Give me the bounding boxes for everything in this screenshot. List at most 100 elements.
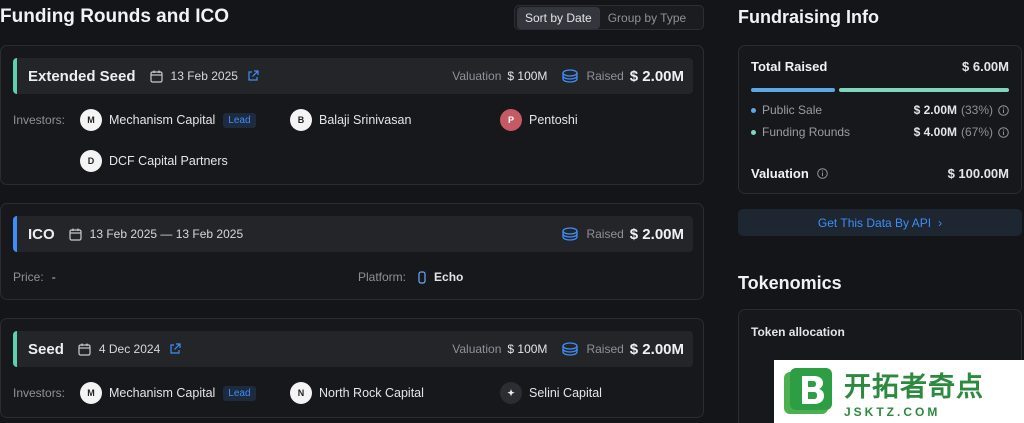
valuation-label: Valuation — [751, 166, 809, 181]
funding-rounds-segment — [838, 88, 1009, 92]
investor-logo-icon: ✦ — [500, 382, 522, 404]
platform-icon — [418, 270, 426, 284]
investor-logo-icon: M — [80, 109, 102, 131]
lead-badge: Lead — [223, 112, 256, 128]
fundraising-panel: Total Raised $ 6.00M Public Sale $ 2.00M… — [738, 45, 1022, 194]
raised-label: Raised — [586, 227, 624, 241]
funding-rounds-amount: $ 4.00M — [913, 125, 957, 139]
public-sale-row: Public Sale $ 2.00M (33%) — [751, 103, 1009, 117]
info-icon[interactable] — [998, 126, 1009, 138]
investor-name: Mechanism Capital — [109, 386, 216, 400]
section-title: Funding Rounds and ICO — [0, 6, 230, 27]
round-date: 4 Dec 2024 — [78, 342, 160, 356]
coins-icon — [562, 342, 579, 356]
calendar-icon — [78, 343, 91, 356]
round-header: Seed 4 Dec 2024 Valuation $ 100M Raised … — [13, 331, 693, 367]
allocation-bar — [751, 88, 1009, 92]
sort-by-date-button[interactable]: Sort by Date — [517, 6, 600, 29]
public-sale-dot-icon — [751, 107, 756, 113]
funding-rounds-pct: (67%) — [960, 125, 993, 139]
tokenomics-title: Tokenomics — [738, 273, 842, 293]
info-icon[interactable] — [998, 104, 1009, 116]
external-link-icon[interactable] — [169, 343, 181, 355]
investor-item[interactable]: P Pentoshi — [500, 109, 578, 131]
investor-item[interactable]: N North Rock Capital — [290, 382, 424, 404]
round-date-text: 13 Feb 2025 — [170, 69, 238, 83]
raised-amount: $ 2.00M — [629, 340, 684, 358]
api-link-label: Get This Data By API — [817, 215, 932, 230]
token-allocation-label: Token allocation — [751, 325, 845, 339]
total-raised-label: Total Raised — [751, 59, 828, 74]
round-card-ico: ICO 13 Feb 2025 — 13 Feb 2025 Raised $ 2… — [0, 203, 704, 300]
valuation-row: Valuation $ 100.00M — [751, 166, 1009, 181]
investor-item[interactable]: M Mechanism Capital Lead — [80, 382, 256, 404]
fundraising-title: Fundraising Info — [738, 7, 879, 27]
funding-rounds-dot-icon — [751, 129, 756, 135]
platform-value[interactable]: Echo — [434, 270, 463, 284]
funding-section: Funding Rounds and ICO Sort by Date Grou… — [0, 0, 706, 423]
calendar-icon — [69, 228, 82, 241]
lead-badge: Lead — [223, 385, 256, 401]
round-header: ICO 13 Feb 2025 — 13 Feb 2025 Raised $ 2… — [13, 216, 693, 252]
raised-amount: $ 2.00M — [629, 225, 684, 243]
external-link-icon[interactable] — [247, 70, 259, 82]
total-raised-row: Total Raised $ 6.00M — [751, 59, 1009, 74]
investor-name: Balaji Srinivasan — [319, 113, 412, 127]
raised-amount: $ 2.00M — [629, 67, 684, 85]
valuation-label: Valuation — [452, 342, 502, 356]
round-header: Extended Seed 13 Feb 2025 Valuation $ 10… — [13, 58, 693, 94]
public-sale-segment — [751, 88, 835, 92]
investor-item[interactable]: M Mechanism Capital Lead — [80, 109, 256, 131]
valuation-label: Valuation — [452, 69, 502, 83]
coins-icon — [562, 69, 579, 83]
public-sale-label: Public Sale — [762, 103, 823, 117]
investor-item[interactable]: ✦ Selini Capital — [500, 382, 602, 404]
platform-field: Platform: Echo — [358, 270, 463, 284]
info-icon[interactable] — [816, 168, 828, 179]
calendar-icon — [149, 70, 163, 83]
group-by-type-button[interactable]: Group by Type — [600, 7, 695, 29]
round-date-text: 4 Dec 2024 — [98, 342, 161, 356]
investor-logo-icon: M — [80, 382, 102, 404]
price-value: - — [51, 270, 56, 284]
investor-avatar-icon: B — [290, 109, 312, 131]
investors-label: Investors: — [13, 386, 66, 400]
sort-toggle: Sort by Date Group by Type — [514, 5, 704, 30]
investor-avatar-icon: P — [500, 109, 522, 131]
price-field: Price: - — [13, 270, 56, 284]
watermark: 开拓者奇点 JSKTZ.COM — [774, 360, 1024, 423]
watermark-en-text: JSKTZ.COM — [844, 404, 941, 419]
investor-logo-icon: D — [80, 150, 102, 172]
round-date: 13 Feb 2025 — 13 Feb 2025 — [69, 227, 243, 241]
public-sale-amount: $ 2.00M — [913, 103, 957, 117]
funding-rounds-row: Funding Rounds $ 4.00M (67%) — [751, 125, 1009, 139]
chevron-right-icon: › — [938, 215, 943, 230]
valuation-value: $ 100M — [507, 69, 548, 83]
round-date: 13 Feb 2025 — [149, 69, 238, 83]
round-name: ICO — [28, 225, 55, 243]
round-name: Extended Seed — [28, 67, 136, 85]
investor-logo-icon: N — [290, 382, 312, 404]
watermark-cn-text: 开拓者奇点 — [844, 371, 984, 402]
raised-label: Raised — [586, 69, 624, 83]
funding-rounds-label: Funding Rounds — [762, 125, 851, 139]
public-sale-pct: (33%) — [960, 103, 993, 117]
coins-icon — [562, 227, 579, 241]
investor-item[interactable]: B Balaji Srinivasan — [290, 109, 411, 131]
platform-label: Platform: — [358, 270, 407, 284]
investor-name: Pentoshi — [529, 113, 578, 127]
price-label: Price: — [13, 270, 44, 284]
investors-label: Investors: — [13, 113, 66, 127]
investor-name: North Rock Capital — [319, 386, 424, 400]
total-raised-value: $ 6.00M — [962, 59, 1009, 74]
raised-label: Raised — [586, 342, 624, 356]
get-data-api-button[interactable]: Get This Data By API › — [738, 209, 1022, 236]
investor-name: Selini Capital — [529, 386, 602, 400]
investor-name: Mechanism Capital — [109, 113, 216, 127]
valuation-value: $ 100.00M — [947, 166, 1009, 181]
investor-item[interactable]: D DCF Capital Partners — [80, 150, 228, 172]
investor-name: DCF Capital Partners — [109, 154, 228, 168]
round-name: Seed — [28, 340, 64, 358]
round-card-extended-seed: Extended Seed 13 Feb 2025 Valuation $ 10… — [0, 45, 704, 185]
round-date-text: 13 Feb 2025 — 13 Feb 2025 — [89, 227, 244, 241]
